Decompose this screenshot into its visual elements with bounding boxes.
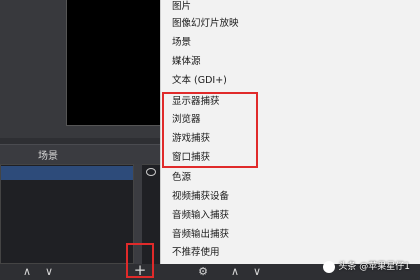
scene-panel-header xyxy=(0,144,160,164)
move-up-source-button[interactable]: ∧ xyxy=(228,264,242,280)
scene-list-item-selected[interactable] xyxy=(1,166,133,180)
menu-item-image-slideshow[interactable]: 图像幻灯片放映 xyxy=(172,17,239,30)
move-down-source-button[interactable]: ∨ xyxy=(250,264,264,280)
menu-item-scene[interactable]: 场景 xyxy=(172,36,191,49)
move-up-button[interactable]: ∧ xyxy=(20,264,34,280)
menu-item-audio-input-capture[interactable]: 音频输入捕获 xyxy=(172,209,229,222)
menu-item-text-gdi[interactable]: 文本 (GDI+) xyxy=(172,74,227,87)
move-down-button[interactable]: ∨ xyxy=(42,264,56,280)
highlight-box-add-button xyxy=(126,243,154,278)
preview-canvas xyxy=(66,0,160,126)
menu-item-color-source[interactable]: 色源 xyxy=(172,171,191,184)
menu-item-deprecated[interactable]: 不推荐使用 xyxy=(172,246,220,259)
watermark: 头条 @苹果星仔1 xyxy=(323,259,410,273)
toutiao-logo-icon xyxy=(323,260,336,273)
menu-item-video-capture-device[interactable]: 视频捕获设备 xyxy=(172,190,229,203)
scene-panel-title: 场景 xyxy=(38,151,58,162)
menu-item-image[interactable]: 图片 xyxy=(172,0,191,13)
highlight-box-capture-items xyxy=(162,92,258,168)
menu-item-audio-output-capture[interactable]: 音频输出捕获 xyxy=(172,228,229,241)
watermark-text: 头条 @苹果星仔1 xyxy=(338,262,410,272)
gear-icon[interactable]: ⚙ xyxy=(196,264,210,280)
menu-item-media-source[interactable]: 媒体源 xyxy=(172,55,201,68)
eye-icon[interactable] xyxy=(146,168,156,176)
